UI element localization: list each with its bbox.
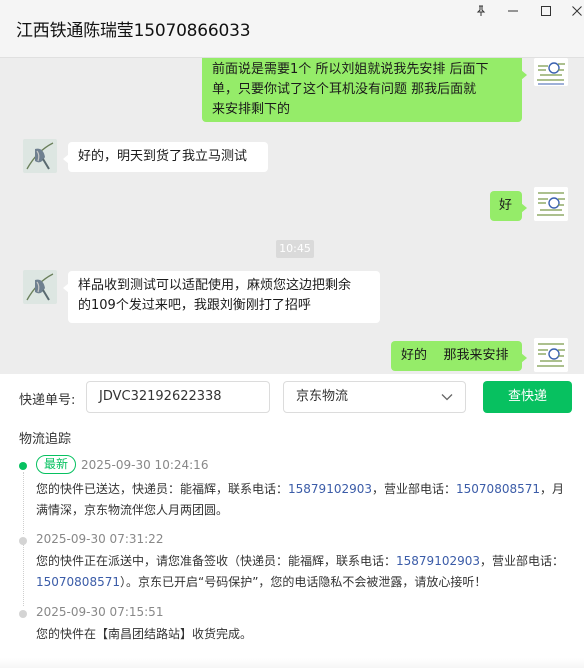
event-time: 2025-09-30 10:24:16 [81, 458, 209, 472]
event-text: 您的快件正在派送中，请您准备签收（快递员：能福辉，联系电话： [36, 554, 397, 568]
timeline-dot [19, 537, 27, 545]
timeline-connector [23, 544, 24, 606]
timeline-dot-latest [19, 462, 27, 470]
event-description: 您的快件已送达，快递员：能福辉，联系电话：15879102903，营业部电话：1… [36, 479, 574, 521]
courier-phone-link[interactable]: 15879102903 [396, 554, 480, 568]
message-text: 好 [499, 198, 513, 213]
event-description: 您的快件正在派送中，请您准备签收（快递员：能福辉，联系电话：1587910290… [36, 551, 574, 593]
avatar[interactable] [534, 58, 568, 86]
event-description: 您的快件在【南昌团结路站】收货完成。 [36, 627, 253, 641]
avatar[interactable] [23, 139, 57, 173]
tracking-number-label: 快递单号: [19, 393, 76, 408]
close-icon[interactable] [560, 0, 584, 22]
message-text-line: 样品收到测试可以适配使用，麻烦您这边把剩余 [78, 278, 352, 293]
message-text: 好的，明天到货了我立马测试 [78, 149, 248, 164]
chat-area[interactable]: 前面说是需要1个 所以刘姐就说我先安排 后面下 单，只要你试了这个耳机没有问题 … [0, 58, 584, 374]
avatar[interactable] [534, 338, 568, 372]
message-text-line: 来安排剩下的 [212, 102, 291, 117]
timeline-connector [23, 472, 24, 534]
message-bubble-outgoing[interactable]: 前面说是需要1个 所以刘姐就说我先安排 后面下 单，只要你试了这个耳机没有问题 … [202, 58, 527, 122]
express-tracking-panel: 快递单号: JDVC32192622338 京东物流 查快递 物流追踪 最新 2… [0, 374, 584, 668]
courier-phone-link[interactable]: 15879102903 [288, 482, 372, 496]
pin-icon[interactable] [464, 0, 498, 22]
message-bubble-outgoing[interactable]: 好的 那我来安排 [391, 341, 527, 371]
message-text: 好的 那我来安排 [401, 348, 509, 363]
event-text: ，营业部电话： [372, 482, 457, 496]
branch-phone-link[interactable]: 15070808571 [456, 482, 540, 496]
maximize-icon[interactable] [529, 0, 563, 22]
message-text-line: 单，只要你试了这个耳机没有问题 那我后面就 [212, 82, 477, 97]
event-text: 您的快件已送达，快递员：能福辉，联系电话： [36, 482, 289, 496]
carrier-select-value: 京东物流 [296, 389, 349, 404]
chat-title: 江西铁通陈瑞莹15070866033 [16, 21, 251, 41]
chevron-down-icon [441, 394, 453, 401]
event-time: 2025-09-30 07:31:22 [36, 532, 164, 546]
tracking-number-input[interactable]: JDVC32192622338 [86, 381, 270, 413]
message-bubble-outgoing[interactable]: 好 [490, 191, 527, 221]
query-express-button[interactable]: 查快递 [483, 381, 572, 413]
message-text-line: 的109个发过来吧，我跟刘衡刚打了招呼 [78, 298, 311, 313]
carrier-select[interactable]: 京东物流 [283, 381, 466, 413]
message-bubble-incoming[interactable]: 样品收到测试可以适配使用，麻烦您这边把剩余 的109个发过来吧，我跟刘衡刚打了招… [63, 271, 380, 323]
event-time: 2025-09-30 07:15:51 [36, 605, 164, 619]
branch-phone-link[interactable]: 15070808571 [36, 575, 120, 589]
message-timestamp: 10:45 [276, 240, 314, 258]
minimize-icon[interactable] [496, 0, 530, 22]
avatar[interactable] [534, 187, 568, 221]
title-bar: 江西铁通陈瑞莹15070866033 [0, 0, 584, 58]
latest-badge: 最新 [36, 455, 77, 474]
avatar[interactable] [23, 270, 57, 304]
message-text-line: 前面说是需要1个 所以刘姐就说我先安排 后面下 [212, 62, 489, 77]
tracking-section-title: 物流追踪 [19, 432, 72, 447]
timeline-dot [19, 610, 27, 618]
panel-bottom-edge [0, 658, 584, 668]
event-text: ）。京东已开启“号码保护”，您的电话隐私不会被泄露，请放心接听！ [119, 575, 487, 589]
event-text: ，营业部电话： [480, 554, 565, 568]
message-bubble-incoming[interactable]: 好的，明天到货了我立马测试 [63, 142, 268, 172]
